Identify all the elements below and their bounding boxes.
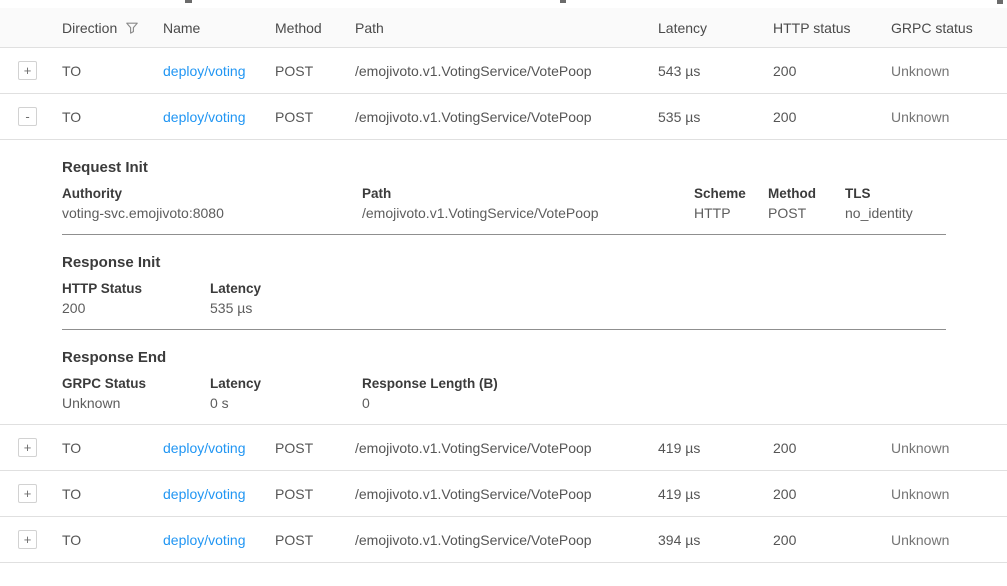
request-init-section: Request Init Authority voting-svc.emojiv… bbox=[62, 159, 946, 235]
detail-field: Scheme HTTP bbox=[694, 186, 768, 221]
column-header-http-status: HTTP status bbox=[773, 20, 891, 36]
field-label: GRPC Status bbox=[62, 376, 210, 391]
field-label: Latency bbox=[210, 376, 362, 391]
field-label: Authority bbox=[62, 186, 362, 201]
detail-field: Method POST bbox=[768, 186, 845, 221]
direction-cell: TO bbox=[62, 63, 163, 79]
method-cell: POST bbox=[275, 532, 355, 548]
detail-field: Response Length (B) 0 bbox=[362, 376, 946, 411]
field-value: no_identity bbox=[845, 205, 946, 221]
column-header-path: Path bbox=[355, 20, 658, 36]
field-value: 0 s bbox=[210, 395, 362, 411]
column-header-method: Method bbox=[275, 20, 355, 36]
clipped-top-content bbox=[0, 0, 1007, 8]
clipped-text-artifact bbox=[560, 0, 566, 3]
detail-field: Latency 535 µs bbox=[210, 281, 946, 316]
resource-link[interactable]: deploy/voting bbox=[163, 440, 246, 456]
expand-row-button[interactable]: + bbox=[18, 438, 37, 457]
table-row: + TO deploy/voting POST /emojivoto.v1.Vo… bbox=[0, 471, 1007, 517]
http-status-cell: 200 bbox=[773, 486, 891, 502]
detail-field: Path /emojivoto.v1.VotingService/VotePoo… bbox=[362, 186, 694, 221]
column-header-direction-label: Direction bbox=[62, 20, 117, 36]
section-title: Request Init bbox=[62, 159, 946, 176]
tap-table: Direction Name Method Path Latency HTTP … bbox=[0, 8, 1007, 563]
grpc-status-cell: Unknown bbox=[891, 486, 1007, 502]
field-label: HTTP Status bbox=[62, 281, 210, 296]
method-cell: POST bbox=[275, 63, 355, 79]
field-label: Method bbox=[768, 186, 845, 201]
detail-field: TLS no_identity bbox=[845, 186, 946, 221]
column-header-latency: Latency bbox=[658, 20, 773, 36]
detail-field: HTTP Status 200 bbox=[62, 281, 210, 316]
latency-cell: 419 µs bbox=[658, 440, 773, 456]
clipped-text-artifact bbox=[997, 0, 1003, 4]
path-cell: /emojivoto.v1.VotingService/VotePoop bbox=[355, 109, 658, 125]
path-cell: /emojivoto.v1.VotingService/VotePoop bbox=[355, 532, 658, 548]
section-title: Response End bbox=[62, 349, 946, 366]
section-title: Response Init bbox=[62, 254, 946, 271]
detail-field: Authority voting-svc.emojivoto:8080 bbox=[62, 186, 362, 221]
http-status-cell: 200 bbox=[773, 440, 891, 456]
column-header-grpc-status: GRPC status bbox=[891, 20, 1007, 36]
direction-cell: TO bbox=[62, 440, 163, 456]
collapse-row-button[interactable]: - bbox=[18, 107, 37, 126]
detail-field: GRPC Status Unknown bbox=[62, 376, 210, 411]
http-status-cell: 200 bbox=[773, 63, 891, 79]
resource-link[interactable]: deploy/voting bbox=[163, 63, 246, 79]
http-status-cell: 200 bbox=[773, 532, 891, 548]
path-cell: /emojivoto.v1.VotingService/VotePoop bbox=[355, 486, 658, 502]
latency-cell: 394 µs bbox=[658, 532, 773, 548]
grpc-status-cell: Unknown bbox=[891, 63, 1007, 79]
grpc-status-cell: Unknown bbox=[891, 109, 1007, 125]
field-value: Unknown bbox=[62, 395, 210, 411]
field-value: POST bbox=[768, 205, 845, 221]
method-cell: POST bbox=[275, 109, 355, 125]
method-cell: POST bbox=[275, 440, 355, 456]
grpc-status-cell: Unknown bbox=[891, 440, 1007, 456]
field-value: 0 bbox=[362, 395, 946, 411]
resource-link[interactable]: deploy/voting bbox=[163, 109, 246, 125]
field-label: Path bbox=[362, 186, 694, 201]
table-header-row: Direction Name Method Path Latency HTTP … bbox=[0, 8, 1007, 48]
expand-row-button[interactable]: + bbox=[18, 61, 37, 80]
table-row-expanded: - TO deploy/voting POST /emojivoto.v1.Vo… bbox=[0, 94, 1007, 140]
field-label: TLS bbox=[845, 186, 946, 201]
resource-link[interactable]: deploy/voting bbox=[163, 532, 246, 548]
http-status-cell: 200 bbox=[773, 109, 891, 125]
field-label: Latency bbox=[210, 281, 946, 296]
direction-cell: TO bbox=[62, 109, 163, 125]
expanded-row-detail: Request Init Authority voting-svc.emojiv… bbox=[0, 159, 1007, 425]
field-value: 200 bbox=[62, 300, 210, 316]
path-cell: /emojivoto.v1.VotingService/VotePoop bbox=[355, 440, 658, 456]
latency-cell: 419 µs bbox=[658, 486, 773, 502]
latency-cell: 535 µs bbox=[658, 109, 773, 125]
path-cell: /emojivoto.v1.VotingService/VotePoop bbox=[355, 63, 658, 79]
field-label: Scheme bbox=[694, 186, 768, 201]
filter-funnel-icon[interactable] bbox=[125, 21, 139, 35]
clipped-text-artifact bbox=[185, 0, 192, 3]
table-row: + TO deploy/voting POST /emojivoto.v1.Vo… bbox=[0, 425, 1007, 471]
response-end-section: Response End GRPC Status Unknown Latency… bbox=[62, 349, 946, 424]
expand-row-button[interactable]: + bbox=[18, 484, 37, 503]
field-label: Response Length (B) bbox=[362, 376, 946, 391]
field-value: HTTP bbox=[694, 205, 768, 221]
method-cell: POST bbox=[275, 486, 355, 502]
direction-cell: TO bbox=[62, 486, 163, 502]
table-row: + TO deploy/voting POST /emojivoto.v1.Vo… bbox=[0, 48, 1007, 94]
detail-field: Latency 0 s bbox=[210, 376, 362, 411]
field-value: /emojivoto.v1.VotingService/VotePoop bbox=[362, 205, 694, 221]
grpc-status-cell: Unknown bbox=[891, 532, 1007, 548]
field-value: 535 µs bbox=[210, 300, 946, 316]
resource-link[interactable]: deploy/voting bbox=[163, 486, 246, 502]
table-row: + TO deploy/voting POST /emojivoto.v1.Vo… bbox=[0, 517, 1007, 563]
expand-row-button[interactable]: + bbox=[18, 530, 37, 549]
direction-cell: TO bbox=[62, 532, 163, 548]
field-value: voting-svc.emojivoto:8080 bbox=[62, 205, 362, 221]
column-header-name: Name bbox=[163, 20, 275, 36]
latency-cell: 543 µs bbox=[658, 63, 773, 79]
response-init-section: Response Init HTTP Status 200 Latency 53… bbox=[62, 254, 946, 330]
column-header-direction: Direction bbox=[62, 20, 163, 36]
